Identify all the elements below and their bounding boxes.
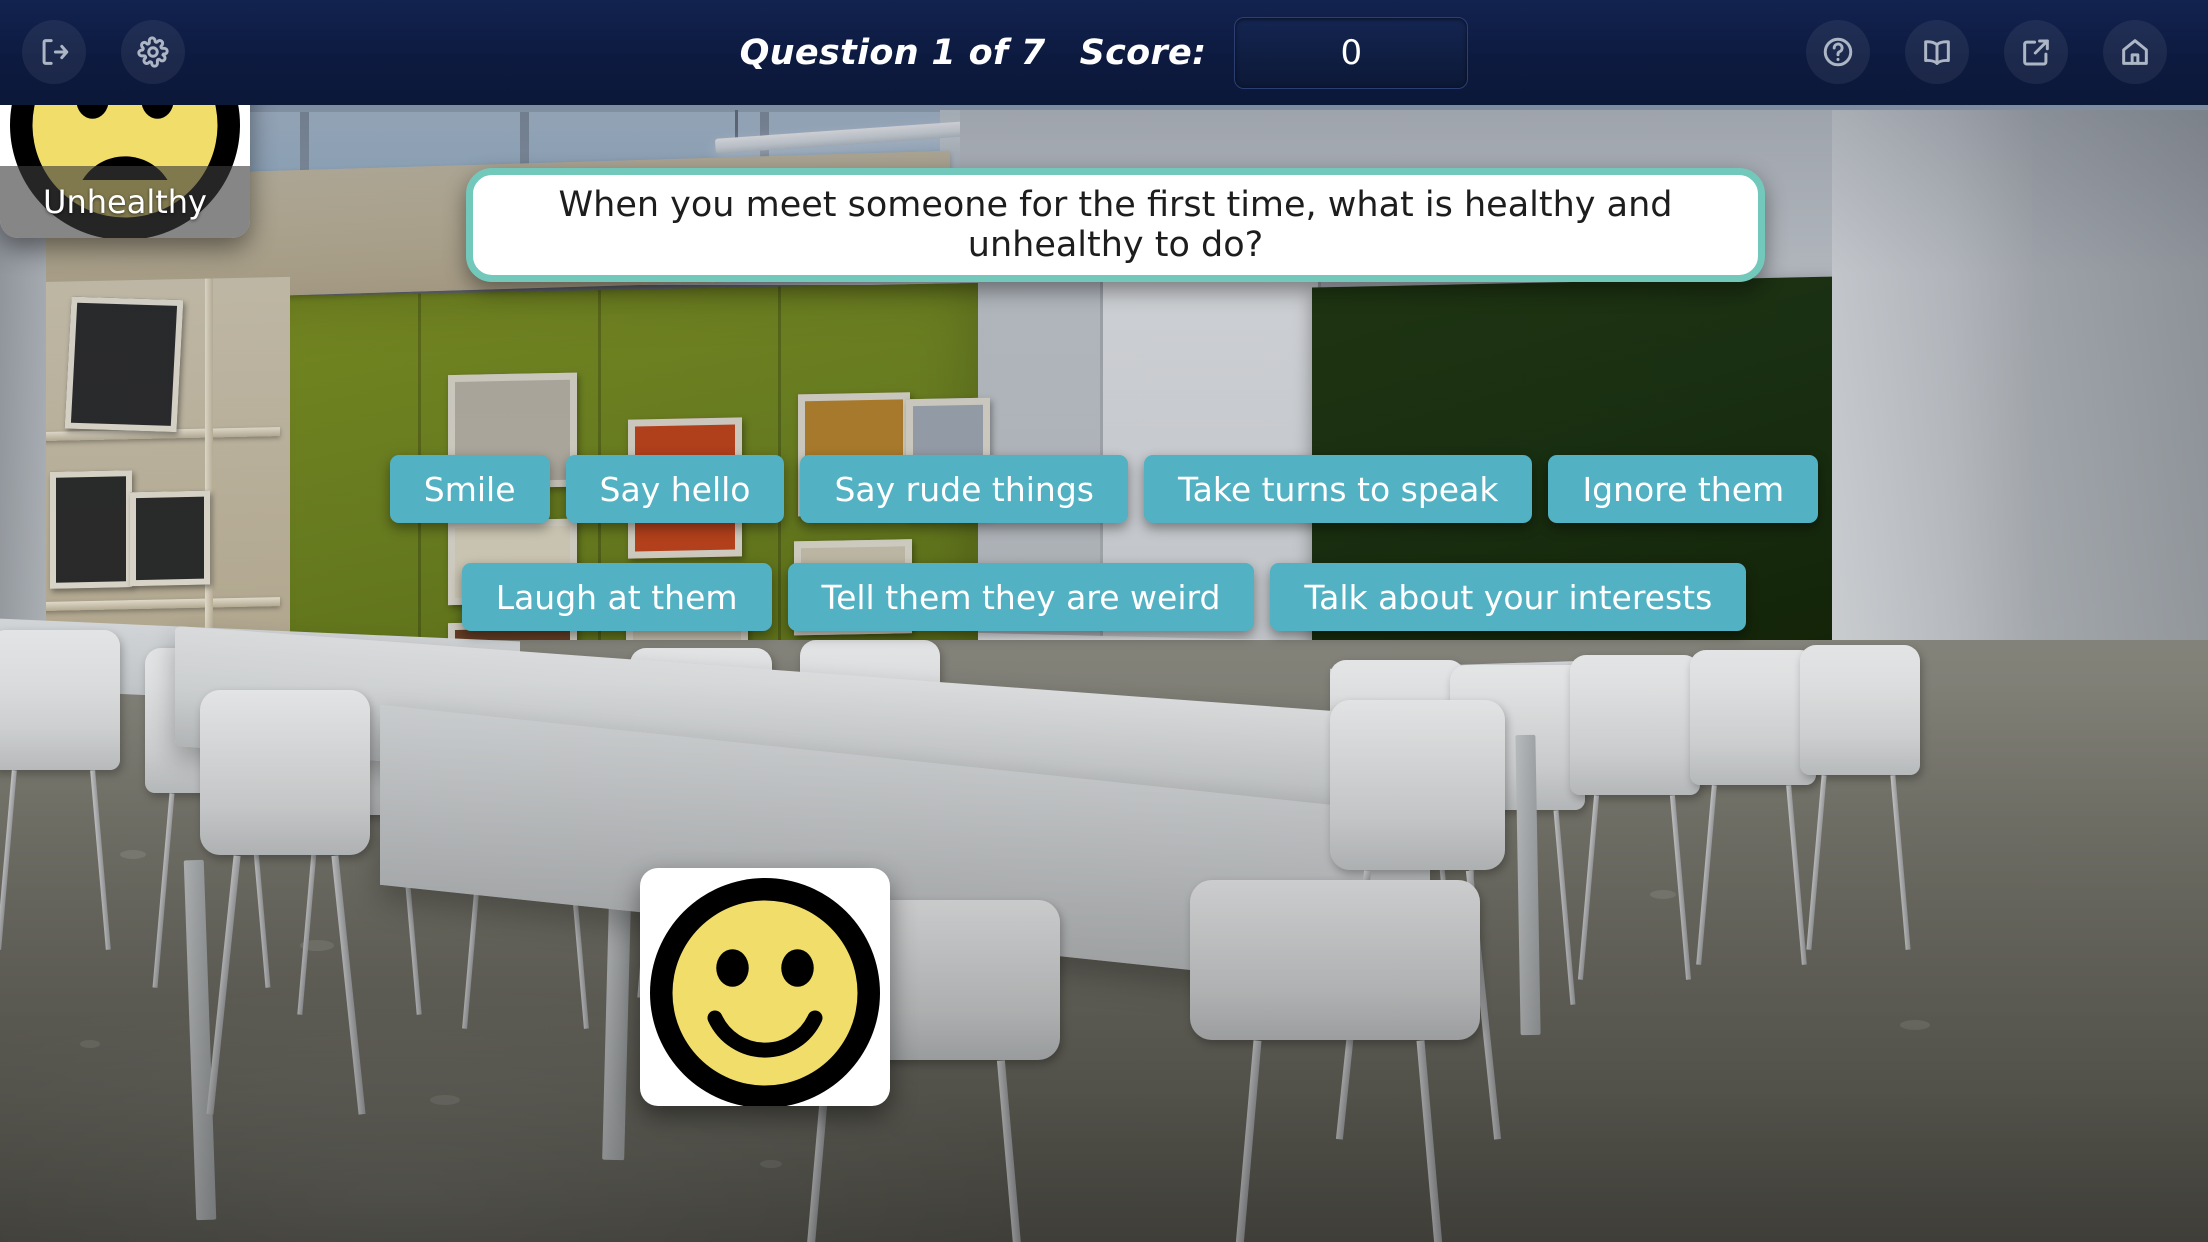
book-icon [1924,40,1950,65]
score-value: 0 [1340,32,1363,73]
top-header-bar: Question 1 of 7 Score: 0 [0,0,2208,105]
home-button[interactable] [2103,20,2167,84]
home-icon [2122,39,2148,65]
question-circle-icon [1823,37,1853,67]
answer-chip-label: Talk about your interests [1304,577,1713,617]
exit-button[interactable] [22,20,86,84]
question-card: When you meet someone for the first time… [466,168,1765,282]
answer-chip-label: Ignore them [1582,469,1785,509]
answer-chip[interactable]: Laugh at them [461,563,772,631]
drop-target-label: Unhealthy [43,183,207,221]
question-text: When you meet someone for the first time… [558,185,1673,265]
gear-icon [137,36,169,68]
answer-chip-label: Say rude things [834,469,1094,509]
answer-chip[interactable]: Say rude things [800,455,1128,523]
answer-chip-label: Smile [423,469,516,509]
answer-chip[interactable]: Say hello [565,455,785,523]
answer-chip-label: Say hello [599,469,751,509]
score-label: Score: [1079,32,1207,73]
drop-target-healthy[interactable]: Healthy [640,868,890,1106]
answer-chip[interactable]: Ignore them [1548,455,1819,523]
answer-chip-label: Laugh at them [495,577,738,617]
help-button[interactable] [1806,20,1870,84]
open-external-button[interactable] [2004,20,2068,84]
answer-chip[interactable]: Take turns to speak [1143,455,1533,523]
game-stage: Question 1 of 7 Score: 0 When you meet s… [0,0,2208,1242]
answer-chip[interactable]: Talk about your interests [1270,563,1747,631]
drop-target-label-bar: Unhealthy [0,166,250,238]
answer-chip-row-2: Laugh at them Tell them they are weird T… [0,563,2208,631]
header-center-group: Question 1 of 7 Score: 0 [0,0,2208,105]
answer-chip-label: Take turns to speak [1177,469,1499,509]
glossary-button[interactable] [1905,20,1969,84]
settings-button[interactable] [121,20,185,84]
external-link-icon [2023,39,2049,66]
answer-chip[interactable]: Smile [389,455,550,523]
question-counter: Question 1 of 7 [739,32,1046,73]
score-box: 0 [1234,16,1469,89]
answer-chip-row-1: Smile Say hello Say rude things Take tur… [0,455,2208,523]
answer-chip[interactable]: Tell them they are weird [787,563,1255,631]
smiling-face-icon [640,868,890,1106]
answer-chip-label: Tell them they are weird [821,577,1221,617]
exit-icon [42,39,69,65]
smiling-face-svg [650,878,880,1106]
